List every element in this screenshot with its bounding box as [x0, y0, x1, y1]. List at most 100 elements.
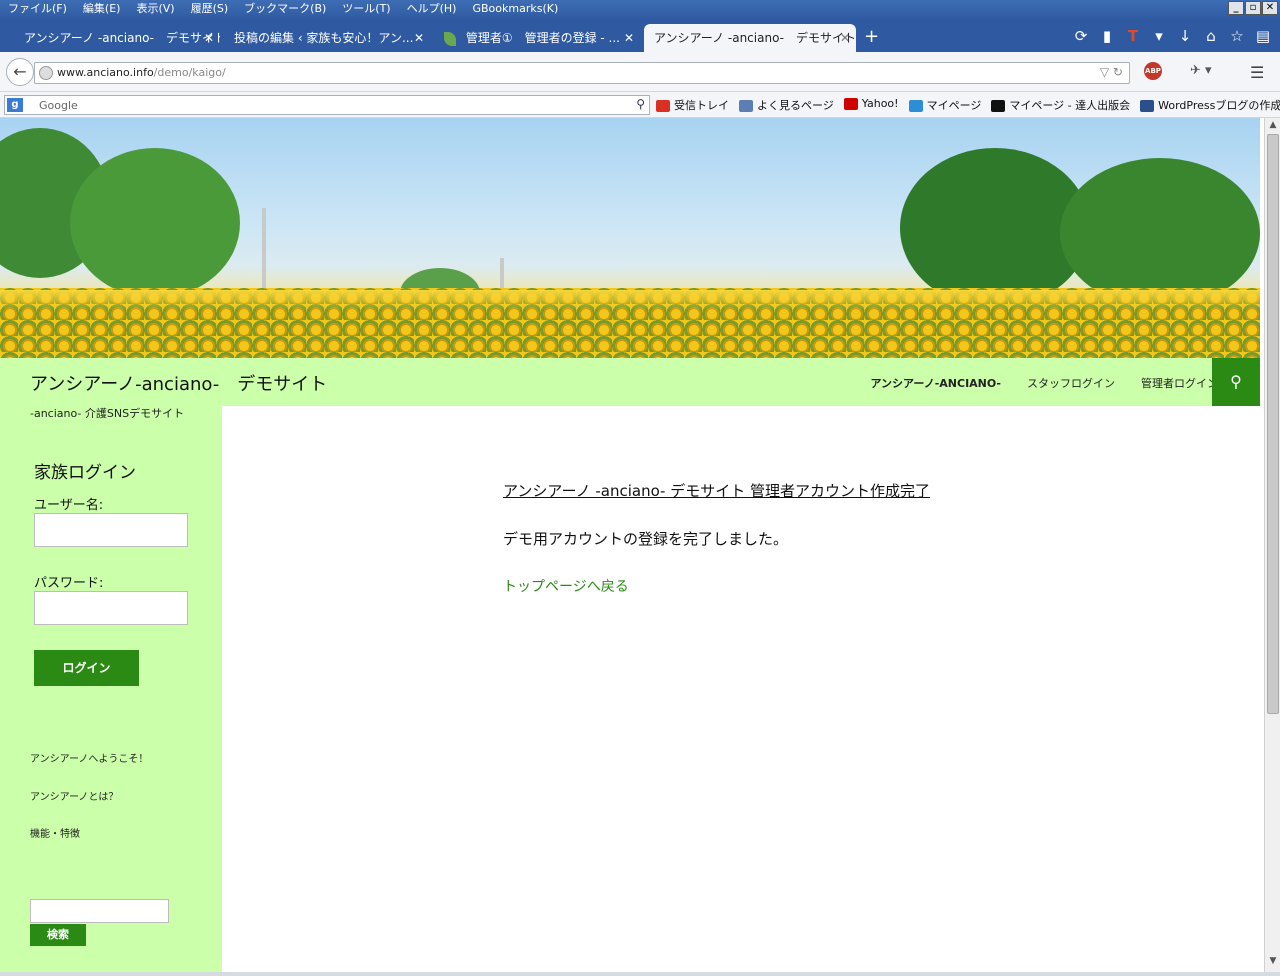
bookmark-label: マイページ — [926, 99, 982, 112]
sync-icon[interactable]: ⟳ — [1072, 27, 1090, 45]
toolbar-icons: ⟳ ▮ T ▾ ↓ ⌂ ☆ ▤ — [1072, 27, 1272, 45]
sidebar-search-button[interactable]: 検索 — [30, 924, 86, 946]
scroll-down-icon[interactable]: ▼ — [1265, 956, 1280, 970]
minimize-icon[interactable]: _ — [1228, 1, 1244, 15]
close-icon[interactable]: ✕ — [204, 24, 214, 52]
bookmark-wordpress[interactable]: WordPressブログの作成... — [1140, 97, 1280, 113]
tab-3[interactable]: 管理者① 管理者の登録 - ... ✕ — [434, 24, 640, 52]
content-message: デモ用アカウントの登録を完了しました。 — [503, 530, 789, 548]
dropdown-icon[interactable]: ▾ — [1150, 27, 1168, 45]
menu-file[interactable]: ファイル(F) — [0, 2, 75, 16]
menu-list: ファイル(F) 編集(E) 表示(V) 履歴(S) ブックマーク(B) ツール(… — [0, 2, 566, 16]
nav-item-admin-login[interactable]: 管理者ログイン — [1141, 375, 1218, 391]
sidebar-link-about[interactable]: アンシアーノとは？ — [30, 788, 118, 803]
download-icon[interactable]: ↓ — [1176, 27, 1194, 45]
scroll-up-icon[interactable]: ▲ — [1265, 120, 1280, 134]
menu-tools[interactable]: ツール(T) — [334, 2, 398, 16]
close-icon[interactable]: ✕ — [624, 24, 634, 52]
menu-help[interactable]: ヘルプ(H) — [399, 2, 465, 16]
password-field[interactable] — [34, 591, 188, 625]
url-text: www.anciano.info/demo/kaigo/ — [57, 66, 226, 79]
window-controls: _ ▫ ✕ — [1228, 1, 1278, 15]
bookmark-list: 受信トレイ よく見るページ Yahoo! マイページ マイページ - 達人出版会… — [656, 97, 1280, 113]
bookmark-label: Yahoo! — [861, 97, 899, 110]
bookmark-label: よく見るページ — [757, 99, 834, 112]
tab-4-active[interactable]: アンシアーノ -anciano- デモサイト... ✕ — [644, 24, 856, 52]
sidebar-link-features[interactable]: 機能・特徴 — [30, 825, 80, 840]
bookmark-tatsujin[interactable]: マイページ - 達人出版会 — [991, 97, 1130, 113]
wordpress-icon — [1140, 100, 1155, 112]
status-bar — [0, 972, 1280, 976]
username-field[interactable] — [34, 513, 188, 547]
content-title: アンシアーノ -anciano- デモサイト 管理者アカウント作成完了 — [503, 482, 930, 500]
globe-icon — [39, 66, 53, 80]
close-icon[interactable]: ✕ — [840, 24, 850, 52]
tree-shape — [1060, 158, 1260, 308]
font-icon[interactable]: T — [1124, 27, 1142, 45]
tree-shape — [70, 148, 240, 298]
tower-shape — [262, 208, 266, 298]
login-button[interactable]: ログイン — [34, 650, 139, 686]
bookmark-label: マイページ - 達人出版会 — [1009, 99, 1131, 112]
menu-bar: ファイル(F) 編集(E) 表示(V) 履歴(S) ブックマーク(B) ツール(… — [0, 0, 1280, 20]
tab-1-label: アンシアーノ -anciano- デモサイト... — [24, 31, 220, 45]
bookmark-label: WordPressブログの作成... — [1158, 99, 1280, 112]
username-label: ユーザー名: — [34, 498, 104, 513]
clipboard-icon[interactable]: ▤ — [1254, 27, 1272, 45]
bookmark-inbox[interactable]: 受信トレイ — [656, 97, 729, 113]
bookmarks-bar: g Google ⚲ 受信トレイ よく見るページ Yahoo! マイページ マイ… — [0, 92, 1280, 118]
close-window-icon[interactable]: ✕ — [1262, 1, 1278, 15]
tab-2[interactable]: 投稿の編集 ‹ 家族も安心！アン... ✕ — [224, 24, 430, 52]
password-label: パスワード: — [34, 576, 104, 591]
back-button[interactable]: ← — [6, 58, 34, 86]
tatsujin-icon — [991, 100, 1006, 112]
search-toggle-icon[interactable]: ⚲ — [1212, 358, 1260, 406]
back-to-top-link[interactable]: トップページへ戻る — [503, 576, 629, 596]
site-tagline: -anciano- 介護SNSデモサイト — [30, 407, 185, 420]
sidebar-search-input[interactable] — [30, 899, 169, 923]
menu-history[interactable]: 履歴(S) — [183, 2, 237, 16]
tab-3-label: 管理者① 管理者の登録 - ... — [465, 31, 620, 45]
close-icon[interactable]: ✕ — [414, 24, 424, 52]
tab-1[interactable]: アンシアーノ -anciano- デモサイト... ✕ — [14, 24, 220, 52]
gmail-icon — [656, 100, 670, 112]
scrollbar-thumb[interactable] — [1267, 134, 1279, 714]
leaf-icon — [444, 31, 456, 46]
login-heading: 家族ログイン — [34, 463, 136, 483]
menu-gbookmarks[interactable]: GBookmarks(K) — [464, 2, 566, 16]
home-icon[interactable]: ⌂ — [1202, 27, 1220, 45]
adblock-icon[interactable]: ABP — [1144, 62, 1162, 80]
star-icon[interactable]: ☆ — [1228, 27, 1246, 45]
extension-icon[interactable]: ✈ ▾ — [1190, 63, 1212, 78]
navigation-bar: ← www.anciano.info/demo/kaigo/ ▽ ↻ — [0, 52, 1280, 92]
bookmark-label: 受信トレイ — [674, 99, 729, 112]
url-domain: www.anciano.info — [57, 66, 154, 79]
search-icon[interactable]: ⚲ — [636, 97, 645, 111]
reload-icon[interactable]: ▽ ↻ — [1100, 65, 1123, 79]
mypage-icon — [908, 100, 923, 112]
sidebar-link-welcome[interactable]: アンシアーノへようこそ！ — [30, 750, 148, 765]
sunflower-highlight — [0, 290, 1260, 310]
menu-icon[interactable]: ☰ — [1250, 63, 1264, 82]
new-tab-icon[interactable]: + — [864, 26, 879, 47]
url-path: /demo/kaigo/ — [153, 66, 226, 79]
bookmark-yahoo[interactable]: Yahoo! — [843, 97, 899, 113]
restore-icon[interactable]: ▫ — [1245, 1, 1261, 15]
nav-item-staff-login[interactable]: スタッフログイン — [1027, 375, 1115, 391]
site-title[interactable]: アンシアーノ-anciano- デモサイト — [30, 370, 327, 396]
bookmark-frequent[interactable]: よく見るページ — [739, 97, 834, 113]
bookmark-mypage[interactable]: マイページ — [908, 97, 982, 113]
google-search-box[interactable]: g Google ⚲ — [4, 95, 650, 115]
menu-view[interactable]: 表示(V) — [128, 2, 182, 16]
tab-2-label: 投稿の編集 ‹ 家族も安心！アン... — [234, 31, 414, 45]
url-bar[interactable]: www.anciano.info/demo/kaigo/ ▽ ↻ — [34, 62, 1130, 84]
notebook-icon[interactable]: ▮ — [1098, 27, 1116, 45]
site-navigation: アンシアーノ-ANCIANO- スタッフログイン 管理者ログイン — [870, 375, 1218, 391]
menu-bookmarks[interactable]: ブックマーク(B) — [236, 2, 334, 16]
tab-4-label: アンシアーノ -anciano- デモサイト... — [654, 31, 856, 45]
header-image — [0, 118, 1260, 358]
menu-edit[interactable]: 編集(E) — [75, 2, 129, 16]
page-scrollbar[interactable]: ▲ ▼ — [1264, 118, 1280, 972]
search-placeholder: Google — [39, 99, 78, 112]
nav-item-home[interactable]: アンシアーノ-ANCIANO- — [870, 375, 1001, 391]
